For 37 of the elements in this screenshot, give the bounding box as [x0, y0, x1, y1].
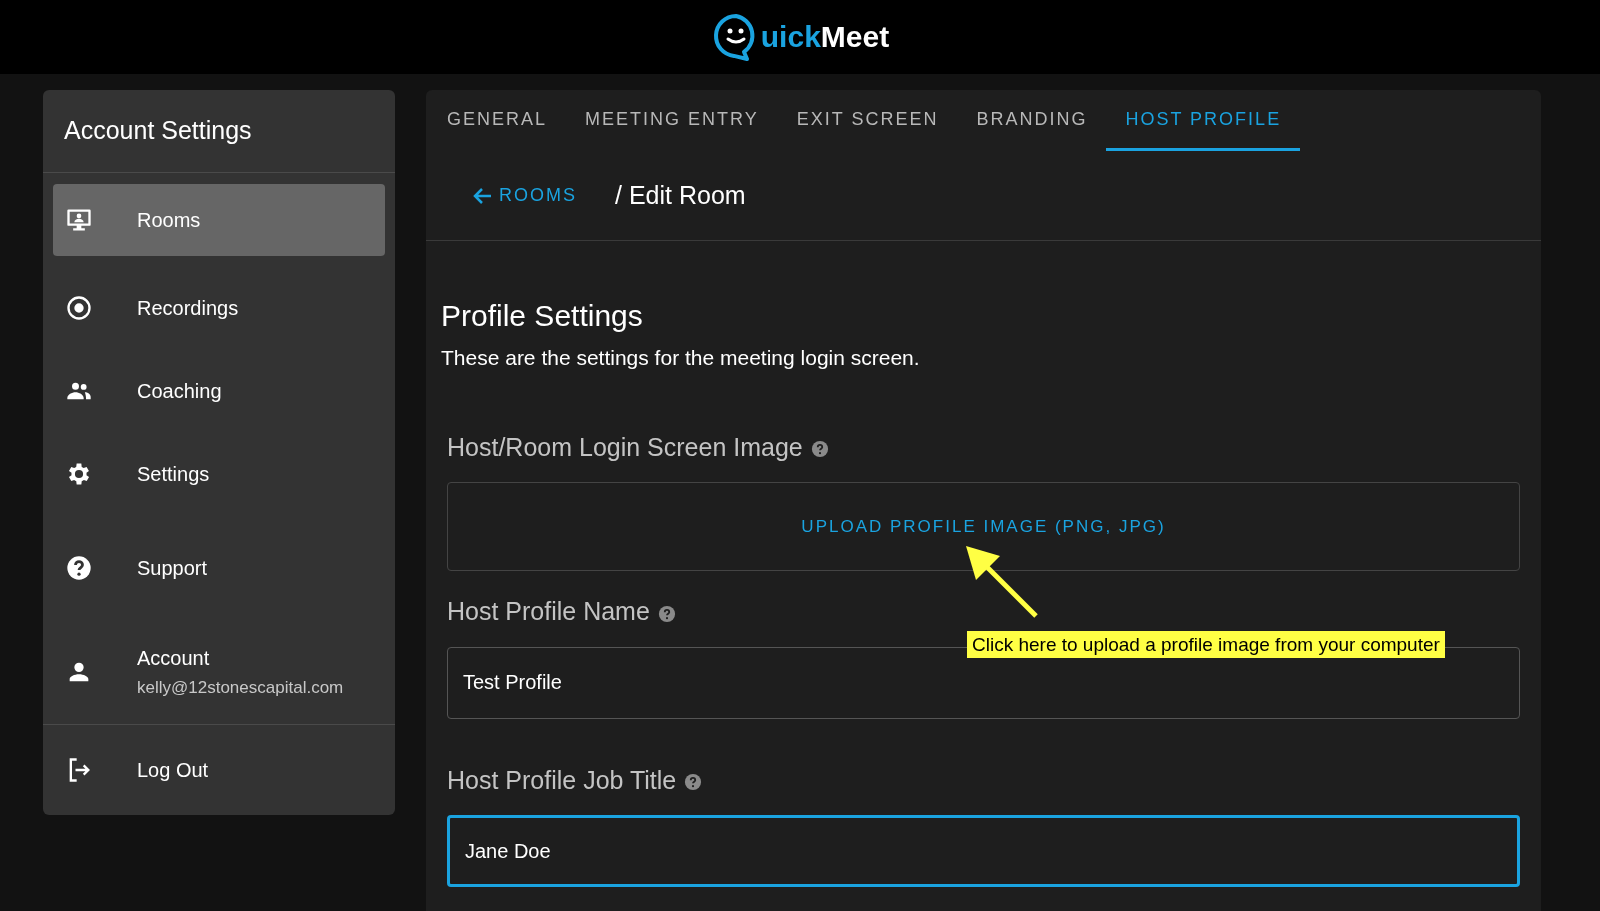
- annotation-callout: Click here to upload a profile image from your computer: [967, 631, 1445, 658]
- tab[interactable]: MEETING ENTRY: [566, 90, 778, 151]
- field-label: Host/Room Login Screen Image: [447, 431, 803, 463]
- sidebar-item-label: Recordings: [137, 296, 239, 322]
- section-title: Profile Settings: [441, 298, 644, 334]
- page-title: / Edit Room: [615, 179, 746, 211]
- sidebar-item[interactable]: Settings: [53, 432, 385, 516]
- tab[interactable]: GENERAL: [428, 90, 567, 151]
- help-icon[interactable]: [684, 773, 703, 792]
- logo-accent-text: uick: [760, 22, 821, 52]
- sidebar-item-label: Support: [137, 555, 208, 581]
- sidebar-item[interactable]: Coaching: [53, 349, 385, 433]
- sidebar-item[interactable]: Recordings: [53, 266, 385, 350]
- sidebar-item-label: Coaching: [137, 379, 222, 405]
- tab[interactable]: BRANDING: [957, 90, 1107, 151]
- upload-button[interactable]: UPLOAD PROFILE IMAGE (PNG, JPG): [447, 482, 1520, 571]
- sidebar-item-label: Account: [137, 645, 211, 671]
- record-icon: [65, 294, 93, 323]
- help-icon[interactable]: [810, 440, 829, 459]
- section-description: These are the settings for the meeting login screen.: [441, 345, 921, 371]
- sidebar-item[interactable]: Account kelly@12stonescapital.com: [53, 619, 385, 724]
- field-label: Host Profile Job Title: [447, 764, 677, 796]
- field-label: Host Profile Name: [447, 596, 650, 627]
- logo-text: Meet: [820, 22, 890, 52]
- sidebar-title: Account Settings: [64, 115, 252, 146]
- sidebar-item[interactable]: Rooms: [53, 183, 385, 256]
- sidebar-item[interactable]: Support: [53, 515, 385, 620]
- tab[interactable]: HOST PROFILE: [1106, 90, 1301, 151]
- tab[interactable]: EXIT SCREEN: [777, 90, 958, 151]
- help-icon[interactable]: [657, 604, 676, 623]
- back-link[interactable]: ROOMS: [471, 182, 577, 209]
- text-input[interactable]: Jane Doe: [447, 815, 1520, 887]
- sidebar-item-label: Settings: [137, 462, 210, 488]
- help-icon: [65, 553, 93, 582]
- logout-item[interactable]: Log Out: [65, 754, 209, 785]
- account-email: kelly@12stonescapital.com: [137, 676, 344, 699]
- sidebar-item-label: Rooms: [137, 207, 201, 233]
